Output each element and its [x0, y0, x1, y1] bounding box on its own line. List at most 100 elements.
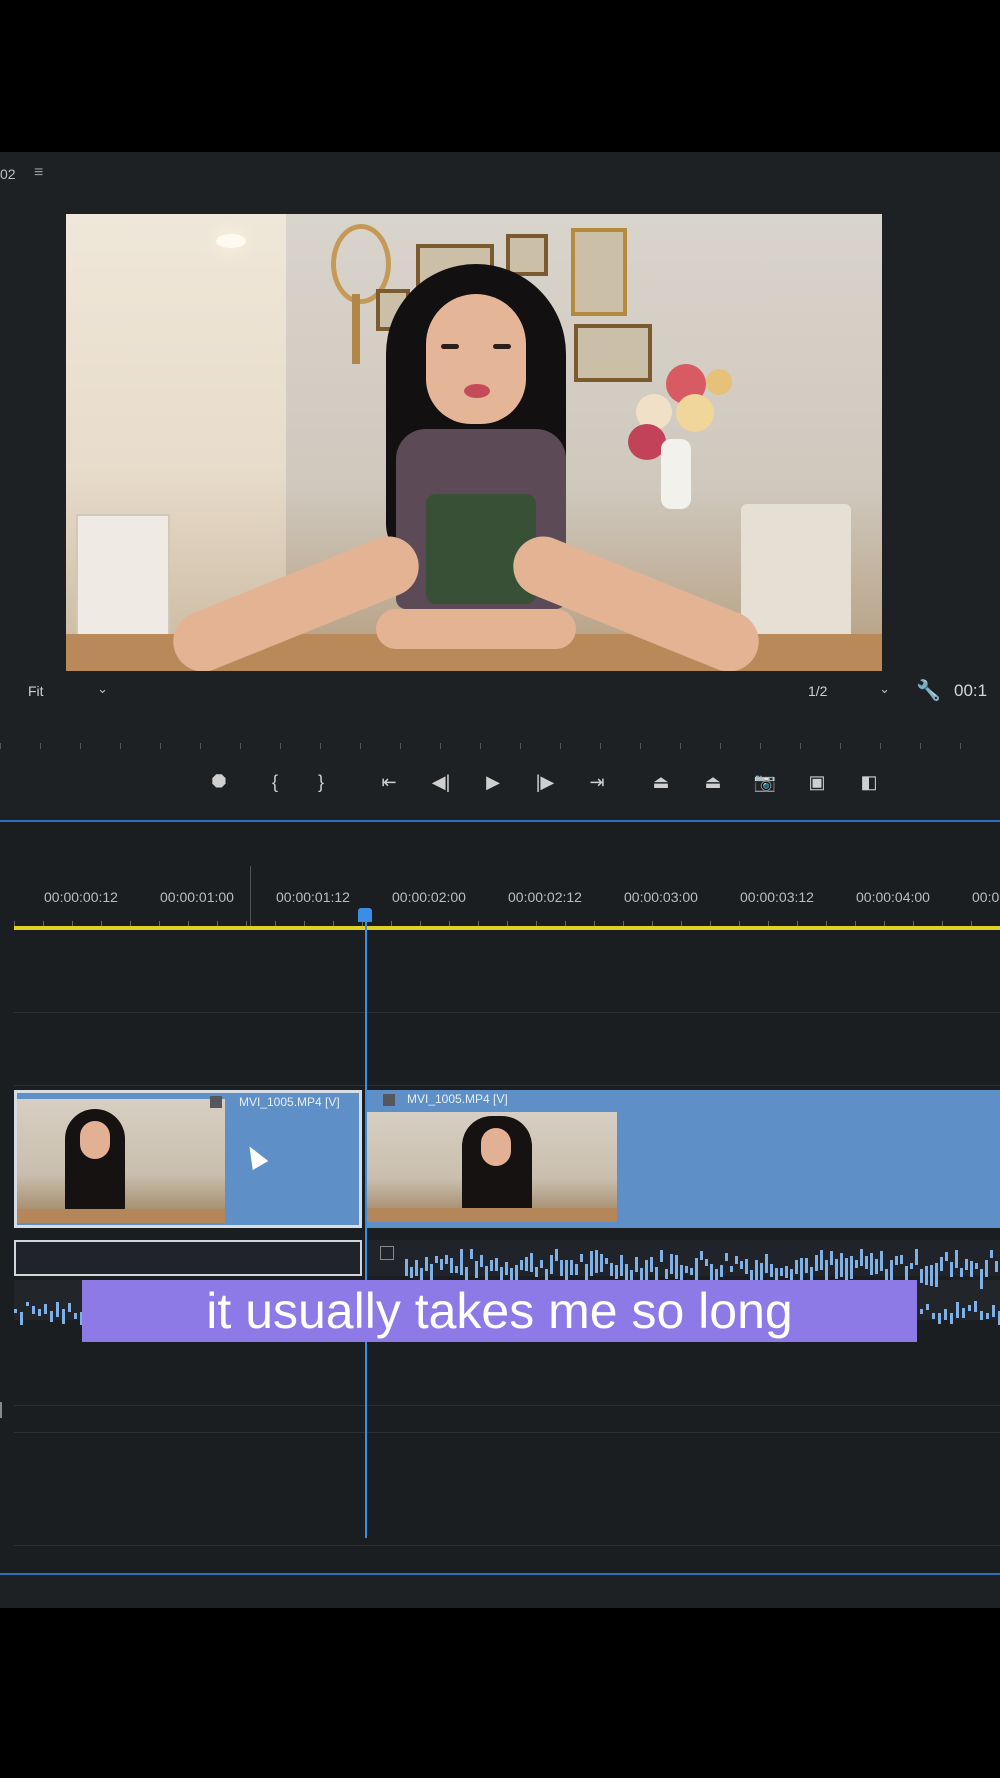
mark-out-icon[interactable]: }	[306, 772, 336, 793]
waveform-bar	[955, 1250, 958, 1268]
waveform-bar	[935, 1263, 938, 1288]
ruler-timecode-label: 00:00:00:12	[44, 889, 118, 905]
waveform-bar	[68, 1302, 71, 1312]
waveform-bar	[975, 1262, 978, 1270]
waveform-bar	[800, 1258, 803, 1283]
waveform-bar	[950, 1262, 953, 1277]
subtitle-caption: it usually takes me so long	[82, 1280, 917, 1342]
mini-ruler-tick	[800, 743, 801, 749]
waveform-bar	[970, 1261, 973, 1278]
waveform-bar	[56, 1301, 59, 1317]
audio-fx-icon	[380, 1246, 394, 1260]
waveform-bar	[675, 1255, 678, 1279]
waveform-bar	[560, 1260, 563, 1277]
mini-ruler-tick	[680, 743, 681, 749]
step-forward-icon[interactable]: |▶	[530, 772, 560, 793]
waveform-bar	[555, 1248, 558, 1262]
hamburger-menu-icon[interactable]: ≡	[34, 164, 43, 182]
waveform-bar	[956, 1302, 959, 1318]
waveform-bar	[455, 1266, 458, 1274]
go-to-out-icon[interactable]: ⇥	[582, 772, 612, 793]
waveform-bar	[920, 1269, 923, 1283]
timeline-scrollbar[interactable]	[0, 1575, 1000, 1608]
waveform-bar	[660, 1250, 663, 1262]
waveform-bar	[615, 1265, 618, 1280]
playhead-handle[interactable]	[358, 908, 372, 922]
mini-ruler-tick	[240, 743, 241, 749]
ruler-timecode-label: 00:00:02:12	[508, 889, 582, 905]
go-to-in-icon[interactable]: ⇤	[374, 772, 404, 793]
waveform-bar	[745, 1259, 748, 1274]
video-clip[interactable]: MVI_1005.MP4 [V]	[14, 1090, 362, 1228]
waveform-bar	[14, 1308, 17, 1313]
waveform-bar	[410, 1267, 413, 1279]
waveform-bar	[932, 1313, 935, 1319]
waveform-bar	[950, 1312, 953, 1325]
ruler-timecode-label: 00:00:03:12	[740, 889, 814, 905]
waveform-bar	[968, 1305, 971, 1311]
add-marker-icon[interactable]: ⯃	[204, 772, 234, 793]
waveform-bar	[505, 1262, 508, 1276]
waveform-bar	[20, 1312, 23, 1325]
mini-ruler-tick	[760, 743, 761, 749]
mini-ruler-tick	[840, 743, 841, 749]
mini-ruler-tick	[920, 743, 921, 749]
waveform-bar	[865, 1255, 868, 1270]
waveform-bar	[690, 1268, 693, 1275]
wrench-settings-icon[interactable]: 🔧	[916, 678, 941, 703]
waveform-bar	[540, 1260, 543, 1268]
waveform-bar	[900, 1255, 903, 1265]
video-clip[interactable]: MVI_1005.MP4 [V]	[367, 1090, 1000, 1228]
waveform-bar	[855, 1260, 858, 1268]
mini-ruler-tick	[600, 743, 601, 749]
waveform-bar	[820, 1250, 823, 1270]
waveform-bar	[685, 1266, 688, 1274]
zoom-level-select[interactable]: Fit ⌄	[18, 680, 114, 702]
waveform-bar	[960, 1268, 963, 1278]
waveform-bar	[415, 1260, 418, 1277]
ruler-timecode-label: 00:0	[972, 889, 1000, 905]
waveform-bar	[965, 1259, 968, 1271]
waveform-bar	[705, 1259, 708, 1267]
ruler-timecode-label: 00:00:01:00	[160, 889, 234, 905]
clip-title: MVI_1005.MP4 [V]	[407, 1092, 508, 1106]
work-area-bar[interactable]	[14, 926, 1000, 930]
waveform-bar	[785, 1265, 788, 1278]
mark-in-icon[interactable]: {	[260, 772, 290, 793]
waveform-bar	[490, 1260, 493, 1271]
waveform-bar	[405, 1259, 408, 1277]
audio-clip[interactable]	[14, 1240, 362, 1276]
waveform-bar	[44, 1303, 47, 1314]
mini-ruler-tick	[40, 743, 41, 749]
waveform-bar	[575, 1264, 578, 1275]
playhead-line	[365, 918, 367, 1538]
waveform-bar	[815, 1255, 818, 1272]
waveform-bar	[915, 1248, 918, 1266]
track-separator	[14, 1432, 1000, 1433]
insert-icon[interactable]: ▣	[802, 772, 832, 793]
extract-icon[interactable]: ⏏	[698, 772, 728, 793]
track-separator	[14, 1545, 1000, 1546]
step-back-icon[interactable]: ◀|	[426, 772, 456, 793]
waveform-bar	[470, 1248, 473, 1259]
waveform-bar	[926, 1304, 929, 1311]
play-icon[interactable]: ▶	[478, 772, 508, 793]
waveform-bar	[525, 1256, 528, 1271]
chevron-down-icon: ⌄	[879, 681, 890, 696]
waveform-bar	[665, 1269, 668, 1279]
mini-ruler-tick	[560, 743, 561, 749]
mini-ruler-tick	[0, 743, 1, 749]
lift-icon[interactable]: ⏏	[646, 772, 676, 793]
monitor-mini-timeline[interactable]	[0, 727, 1000, 749]
export-frame-icon[interactable]: 📷	[750, 772, 780, 793]
waveform-bar	[590, 1251, 593, 1277]
waveform-bar	[32, 1306, 35, 1314]
waveform-bar	[735, 1256, 738, 1264]
overwrite-icon[interactable]: ◧	[854, 772, 884, 793]
waveform-bar	[974, 1301, 977, 1312]
waveform-bar	[475, 1260, 478, 1278]
playback-resolution-select[interactable]: 1/2 ⌄	[800, 680, 896, 702]
waveform-bar	[425, 1257, 428, 1272]
time-ruler[interactable]: 00:00:00:12 00:00:01:00 00:00:01:12 00:00:0…	[0, 889, 1000, 909]
clip-fx-icon	[210, 1096, 222, 1108]
